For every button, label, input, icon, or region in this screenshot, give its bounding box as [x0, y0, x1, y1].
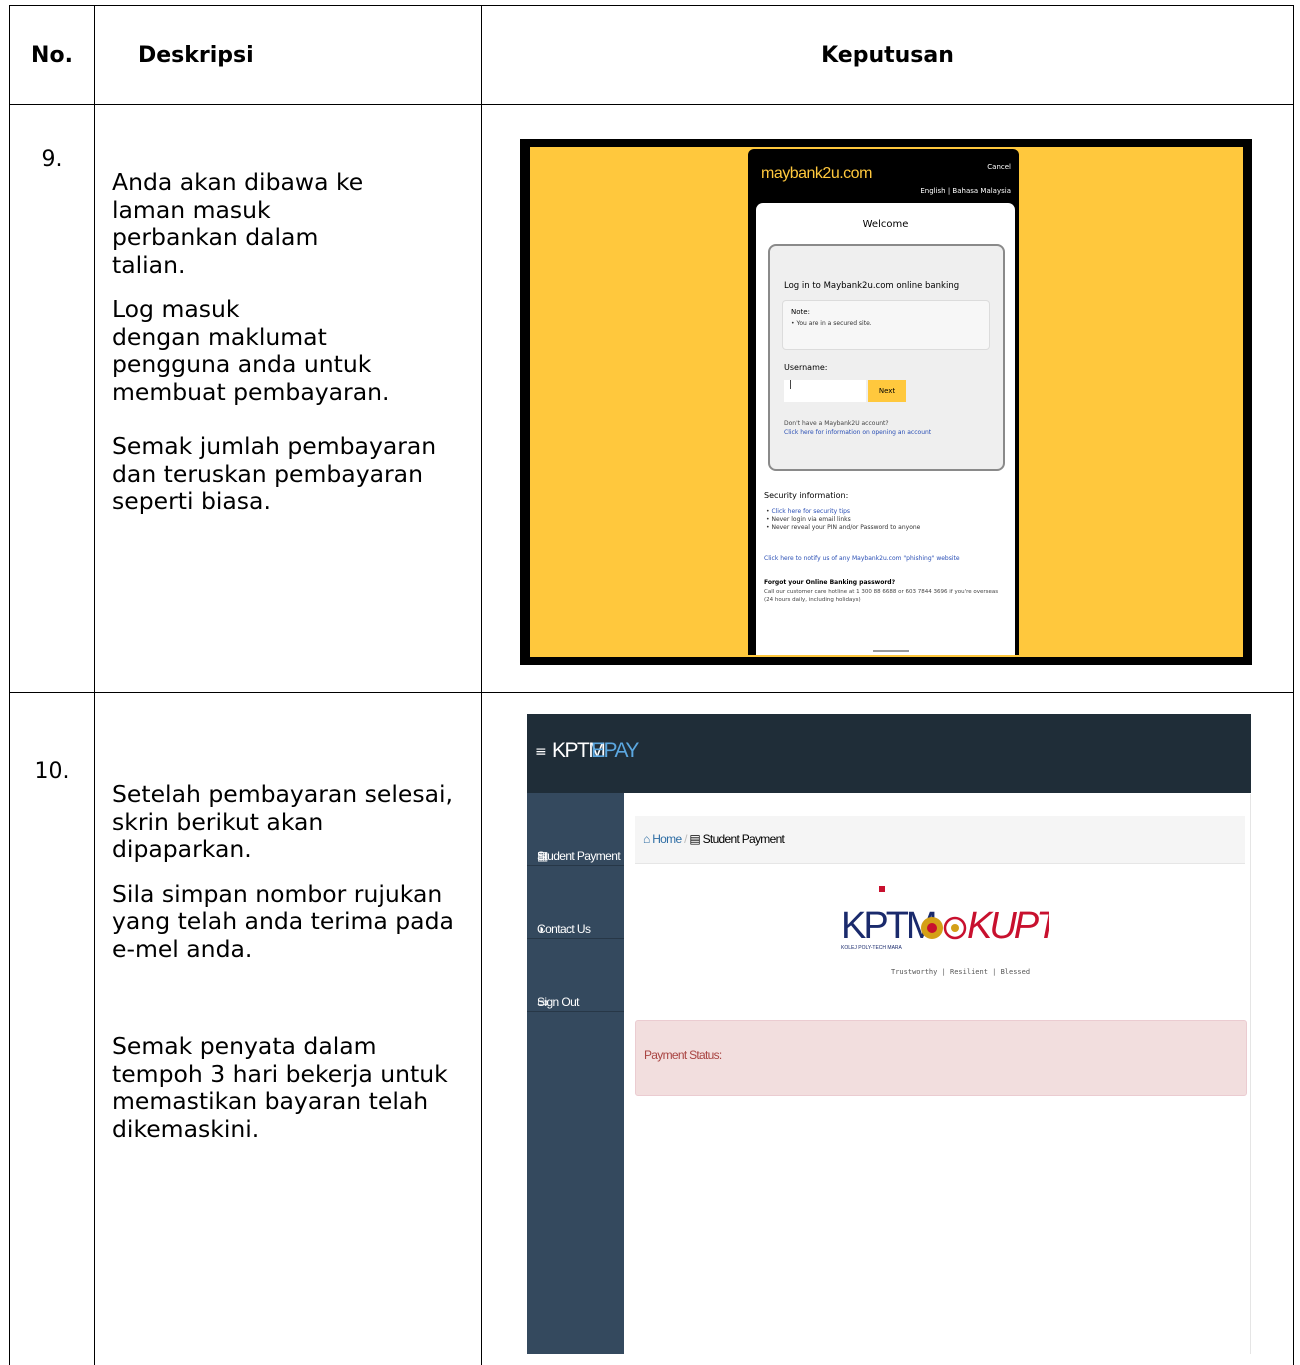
kptm-sidebar: ▦ Student Payment ◑ Contact Us ▭ Sign Ou…	[527, 793, 624, 1354]
header-no: No.	[10, 6, 95, 105]
desc-line: seperti biasa.	[95, 488, 481, 516]
kptm-screenshot: ≡ KPTM EPAY ▦ Student Payment ◑ Contact …	[527, 714, 1251, 1354]
desc-line: Semak jumlah pembayaran	[95, 433, 481, 461]
forgot-body: Call our customer care hotline at 1 300 …	[764, 588, 1004, 604]
row-10: 10. Setelah pembayaran selesai, skrin be…	[10, 693, 1294, 1365]
brand-kuptm: KUPTM	[967, 905, 1049, 947]
row-9: 9. Anda akan dibawa ke laman masuk perba…	[10, 105, 1294, 693]
desc-line: Setelah pembayaran selesai,	[95, 781, 481, 809]
desc-line: e-mel anda.	[95, 936, 481, 964]
breadcrumb-current: Student Payment	[703, 832, 785, 846]
row-description: Setelah pembayaran selesai, skrin beriku…	[95, 693, 482, 1365]
result-screenshot-maybank: maybank2u.com Cancel English | Bahasa Ma…	[482, 105, 1294, 693]
open-account-link[interactable]: Click here for information on opening an…	[784, 429, 931, 436]
desc-line: laman masuk	[95, 197, 481, 225]
maybank-phone: maybank2u.com Cancel English | Bahasa Ma…	[748, 149, 1019, 655]
kptm-topbar: ≡ KPTM EPAY	[527, 714, 1251, 793]
note-box: Note: • You are in a secured site.	[782, 300, 990, 350]
result-screenshot-kptm: ≡ KPTM EPAY ▦ Student Payment ◑ Contact …	[482, 693, 1294, 1365]
desc-line: Anda akan dibawa ke	[95, 169, 481, 197]
cancel-link[interactable]: Cancel	[987, 163, 1011, 171]
brand-kptm-sub: KOLEJ POLY-TECH MARA	[841, 945, 903, 951]
content-border	[1250, 794, 1251, 1354]
sidebar-item-contact-us[interactable]: ◑ Contact Us	[527, 866, 624, 939]
sidebar-item-sign-out[interactable]: ▭ Sign Out	[527, 939, 624, 1012]
desc-line: Semak penyata dalam	[95, 1033, 481, 1061]
brand-tagline: Trustworthy | Resilient | Blessed	[891, 968, 1030, 976]
username-label: Username:	[784, 363, 827, 372]
home-indicator	[873, 650, 909, 652]
desc-line: dikemaskini.	[95, 1116, 481, 1144]
desc-line: Sila simpan nombor rujukan	[95, 881, 481, 909]
note-body: • You are in a secured site.	[791, 320, 872, 327]
language-switch[interactable]: English | Bahasa Malaysia	[920, 187, 1011, 195]
row-description: Anda akan dibawa ke laman masuk perbanka…	[95, 105, 482, 693]
desc-line: Log masuk	[95, 296, 481, 324]
brand-dot	[879, 886, 885, 892]
desc-line: perbankan dalam	[95, 224, 481, 252]
username-input[interactable]: |	[784, 380, 866, 402]
security-list: • Click here for security tips • Never l…	[766, 508, 920, 532]
security-title: Security information:	[764, 491, 848, 500]
login-title: Log in to Maybank2u.com online banking	[784, 281, 959, 291]
desc-line: talian.	[95, 252, 481, 280]
row-number: 9.	[10, 105, 95, 693]
hamburger-icon[interactable]: ≡	[535, 744, 547, 760]
row-number-text: 10.	[10, 759, 94, 784]
payment-status-label: Payment Status:	[644, 1048, 722, 1062]
desc-line: membuat pembayaran.	[95, 379, 481, 407]
security-tips-link[interactable]: Click here for security tips	[771, 508, 850, 515]
payment-status-alert: Payment Status:	[635, 1020, 1247, 1096]
login-card: Welcome Log in to Maybank2u.com online b…	[756, 203, 1015, 655]
desc-line: tempoh 3 hari bekerja untuk	[95, 1061, 481, 1089]
home-icon: ⌂	[643, 832, 650, 846]
instruction-table: No. Deskripsi Keputusan 9. Anda akan dib…	[9, 5, 1294, 1365]
header-result: Keputusan	[482, 6, 1294, 105]
sidebar-item-label: Student Payment	[537, 849, 620, 863]
desc-line: dan teruskan pembayaran	[95, 461, 481, 489]
desc-line: pengguna anda untuk	[95, 351, 481, 379]
breadcrumb: ⌂ Home / ▤ Student Payment	[635, 816, 1245, 864]
desc-line: dipaparkan.	[95, 836, 481, 864]
sidebar-item-label: Sign Out	[537, 995, 579, 1009]
document-icon: ▤	[689, 832, 700, 846]
phishing-link[interactable]: Click here to notify us of any Maybank2u…	[764, 555, 960, 562]
desc-line: yang telah anda terima pada	[95, 908, 481, 936]
sidebar-item-student-payment[interactable]: ▦ Student Payment	[527, 793, 624, 866]
maybank-screenshot: maybank2u.com Cancel English | Bahasa Ma…	[520, 139, 1252, 665]
security-item: Never reveal your PIN and/or Password to…	[771, 524, 920, 531]
desc-line: dengan maklumat	[95, 324, 481, 352]
note-title: Note:	[791, 308, 810, 316]
breadcrumb-separator: /	[684, 832, 687, 846]
header-row: No. Deskripsi Keputusan	[10, 6, 1294, 105]
epay-logo: EPAY	[591, 739, 638, 763]
welcome-title: Welcome	[756, 219, 1015, 230]
next-button[interactable]: Next	[868, 380, 906, 402]
row-number: 10.	[10, 693, 95, 1365]
sidebar-item-label: Contact Us	[537, 922, 590, 936]
row-number-text: 9.	[10, 147, 94, 172]
maybank-logo: maybank2u.com	[761, 165, 872, 183]
security-item: Never login via email links	[771, 516, 850, 523]
desc-line: skrin berikut akan	[95, 809, 481, 837]
forgot-title: Forgot your Online Banking password?	[764, 579, 895, 586]
desc-line: memastikan bayaran telah	[95, 1088, 481, 1116]
login-box: Log in to Maybank2u.com online banking N…	[768, 244, 1005, 471]
brand-kptm: KPTM	[841, 905, 935, 947]
breadcrumb-home[interactable]: Home	[652, 832, 681, 846]
no-account-text: Don't have a Maybank2U account?	[784, 420, 889, 427]
kptm-brand-logos: KPTM KOLEJ POLY-TECH MARA KUPTM Trustwor…	[839, 886, 1049, 991]
header-desc: Deskripsi	[95, 6, 482, 105]
